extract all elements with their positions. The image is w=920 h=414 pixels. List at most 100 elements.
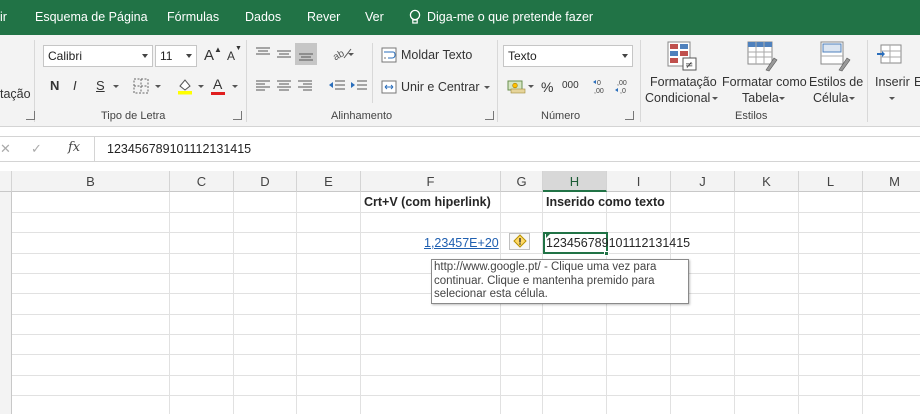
svg-text:,0: ,0	[620, 88, 626, 95]
align-top-icon[interactable]	[255, 47, 271, 61]
column-header-D[interactable]: D	[234, 171, 297, 192]
chevron-down-icon	[186, 54, 192, 58]
grid-line	[734, 192, 735, 414]
cell-f-header[interactable]: Crt+V (com hiperlink)	[364, 195, 491, 209]
column-header-I[interactable]: I	[607, 171, 671, 192]
group-separator	[497, 40, 498, 122]
chevron-down-icon	[528, 85, 534, 88]
conditional-formatting-label2[interactable]: Condicional	[645, 91, 710, 105]
font-size-combo[interactable]: 11	[155, 45, 197, 67]
fill-handle[interactable]	[604, 251, 609, 256]
comma-style-button[interactable]: 000	[562, 80, 579, 91]
cell-h-text-value[interactable]: 123456789101112131415	[546, 236, 690, 250]
wrap-text-icon[interactable]	[381, 47, 397, 63]
format-as-table-label2[interactable]: Tabela	[742, 91, 779, 105]
menu-tab-formulas[interactable]: Fórmulas	[167, 10, 219, 24]
bold-button[interactable]: N	[50, 78, 59, 93]
cancel-icon[interactable]: ✕	[0, 141, 11, 157]
align-bottom-icon	[299, 53, 313, 61]
font-name-value: Calibri	[48, 49, 83, 63]
chevron-down-icon	[889, 97, 895, 100]
menu-tab-data[interactable]: Dados	[245, 10, 281, 24]
format-as-table-label1[interactable]: Formatar como	[722, 75, 807, 89]
cell-styles-icon[interactable]	[819, 40, 851, 72]
insert-function-icon[interactable]: fx	[68, 140, 80, 155]
alignment-launcher-icon[interactable]	[485, 111, 494, 120]
increase-indent-icon[interactable]	[350, 79, 368, 93]
insert-button[interactable]: Inserir	[875, 75, 910, 89]
menu-item-partial[interactable]: ir	[0, 10, 7, 24]
increase-decimal-icon[interactable]: 0 ,00	[592, 77, 610, 95]
confirm-icon[interactable]: ✓	[31, 141, 42, 157]
column-header-C[interactable]: C	[170, 171, 234, 192]
grid-line	[12, 253, 920, 254]
clipboard-launcher-icon[interactable]	[26, 111, 35, 120]
cell-styles-label1[interactable]: Estilos de	[809, 75, 863, 89]
number-group-label: Número	[541, 110, 581, 122]
font-group-label: Tipo de Letra	[101, 110, 166, 122]
merge-center-button[interactable]: Unir e Centrar	[401, 80, 480, 94]
chevron-down-icon	[779, 97, 785, 100]
formula-bar: ✕ ✓ fx 123456789101112131415	[0, 127, 920, 171]
font-size-value: 11	[160, 49, 173, 63]
menu-tab-review[interactable]: Rever	[307, 10, 340, 24]
accounting-format-icon[interactable]	[507, 78, 527, 94]
grow-font-button[interactable]: A	[204, 47, 214, 64]
cell-h-header[interactable]: Inserido como texto	[546, 195, 665, 209]
merge-center-icon[interactable]	[381, 79, 397, 95]
column-header-B[interactable]: B	[12, 171, 170, 192]
chevron-down-icon	[142, 54, 148, 58]
tooltip-line: http://www.google.pt/ - Clique uma vez p…	[434, 261, 657, 273]
align-center-icon[interactable]	[276, 79, 292, 93]
column-header-E[interactable]: E	[297, 171, 361, 192]
format-as-table-icon[interactable]	[746, 40, 778, 72]
column-header-F[interactable]: F	[361, 171, 501, 192]
tell-me-search[interactable]: Diga-me o que pretende fazer	[427, 10, 593, 24]
partial-right-button-label[interactable]: E	[914, 75, 920, 89]
partial-left-button-label[interactable]: tação	[0, 87, 31, 101]
decrease-indent-icon[interactable]	[328, 79, 346, 93]
font-color-button[interactable]: A	[213, 76, 222, 92]
menu-tab-page-layout[interactable]: Esquema de Página	[35, 10, 148, 24]
select-all-corner[interactable]	[0, 171, 12, 192]
cell-styles-label2[interactable]: Célula	[813, 91, 848, 105]
cell-f-hyperlink[interactable]: 1,23457E+20	[424, 236, 499, 250]
menu-tab-view[interactable]: Ver	[365, 10, 384, 24]
borders-icon[interactable]	[133, 78, 149, 94]
align-middle-icon[interactable]	[276, 47, 292, 61]
chevron-down-icon	[484, 86, 490, 89]
svg-text:ab: ab	[331, 48, 347, 61]
tooltip-line: selecionar esta célula.	[434, 288, 548, 300]
lightbulb-icon	[409, 9, 421, 24]
align-left-icon[interactable]	[255, 79, 271, 93]
percent-style-button[interactable]: %	[541, 79, 553, 95]
font-launcher-icon[interactable]	[233, 111, 242, 120]
number-format-combo[interactable]: Texto	[503, 45, 633, 67]
column-header-L[interactable]: L	[799, 171, 863, 192]
italic-button[interactable]: I	[73, 78, 77, 93]
font-name-combo[interactable]: Calibri	[43, 45, 153, 67]
conditional-formatting-label1[interactable]: Formatação	[650, 75, 717, 89]
conditional-formatting-icon[interactable]: ≠	[666, 40, 698, 72]
insert-cells-icon[interactable]	[876, 41, 904, 69]
align-right-icon[interactable]	[297, 79, 313, 93]
row-header-strip[interactable]	[0, 192, 12, 414]
grid-line	[360, 192, 361, 414]
shrink-font-button[interactable]: A	[227, 49, 235, 63]
number-launcher-icon[interactable]	[625, 111, 634, 120]
column-header-K[interactable]: K	[735, 171, 799, 192]
grid-line	[798, 192, 799, 414]
formula-bar-content[interactable]: 123456789101112131415	[107, 142, 251, 156]
column-header-J[interactable]: J	[671, 171, 735, 192]
wrap-text-button[interactable]: Moldar Texto	[401, 48, 472, 62]
column-header-H[interactable]: H	[543, 171, 607, 192]
underline-button[interactable]: S	[96, 78, 105, 93]
formula-bar-divider	[94, 137, 95, 161]
fill-color-icon[interactable]	[176, 77, 194, 95]
decrease-decimal-icon[interactable]: ,00 ,0	[614, 77, 632, 95]
menu-bar: ir Esquema de Página Fórmulas Dados Reve…	[0, 0, 920, 35]
chevron-down-icon	[198, 85, 204, 88]
column-header-M[interactable]: M	[863, 171, 920, 192]
column-header-G[interactable]: G	[501, 171, 543, 192]
tooltip-line: continuar. Clique e mantenha premido par…	[434, 274, 655, 287]
